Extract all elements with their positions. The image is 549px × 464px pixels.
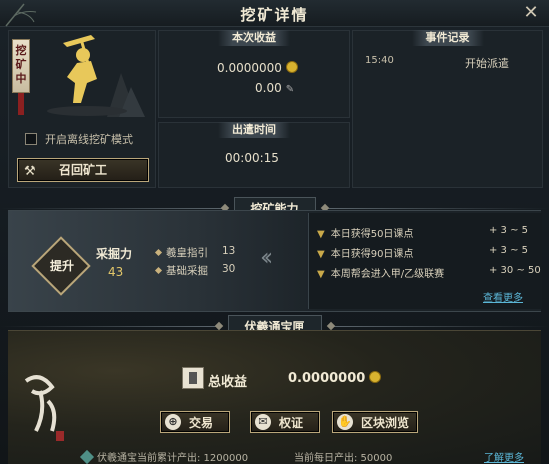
event-text: 开始派遣 [465, 57, 509, 70]
total-income-row: 0.0000000 [288, 371, 382, 386]
feather-icon: ✎ [285, 84, 295, 95]
mining-status-tag: 挖矿中 [12, 39, 30, 93]
task-row: ▼ 本日获得90日课点 + 3 ~ 5 [317, 245, 528, 260]
recall-miner-label: 召回矿工 [58, 163, 107, 177]
task-text: 本日获得50日课点 [330, 229, 414, 240]
offline-mode-label: 开启离线挖矿模式 [45, 133, 133, 146]
task-text: 本周帮会进入甲/乙级联赛 [330, 269, 445, 280]
attribute-name: 羲皇指引 [166, 247, 208, 259]
secondary-income-row: 0.00 ✎ [255, 81, 294, 95]
ability-panel: 提升 采掘力 43 羲皇指引 13 基础采掘 30 ‹‹ ▼ 本日获得50日课点 … [8, 210, 542, 312]
bullet-icon [154, 248, 163, 257]
view-more-link[interactable]: 查看更多 [483, 289, 523, 304]
task-row: ▼ 本日获得50日课点 + 3 ~ 5 [317, 225, 528, 240]
total-income-value: 0.0000000 [288, 371, 366, 386]
block-browse-icon: ✋ [337, 414, 353, 430]
task-text: 本日获得90日课点 [330, 249, 414, 260]
task-reward: + 3 ~ 5 [489, 225, 529, 236]
block-browse-button[interactable]: ✋ 区块浏览 [332, 411, 418, 433]
title-bar: 挖矿详情 ✕ [0, 0, 549, 27]
secondary-income-value: 0.00 [255, 81, 282, 95]
certificate-label: 权证 [279, 416, 304, 430]
task-row: ▼ 本周帮会进入甲/乙级联赛 + 30 ~ 50 [317, 265, 541, 280]
treasure-scroll-icon [182, 367, 204, 389]
total-income-label: 总收益 [208, 375, 248, 390]
treasury-panel: 总收益 0.0000000 ⊕ 交易 ✉ 权证 ✋ 区块浏览 伏羲通宝当前累计产出: … [8, 330, 541, 464]
coin-income-row: 0.0000000 [217, 61, 298, 75]
miner-panel: 挖矿中 开启离线挖矿模式 ⚒ 召回矿工 [8, 30, 156, 188]
calligraphy-art-icon [24, 375, 64, 441]
certificate-button[interactable]: ✉ 权证 [250, 411, 320, 433]
income-header: 本次收益 [218, 30, 290, 46]
check-icon: ▼ [317, 269, 325, 280]
check-icon: ▼ [317, 229, 325, 240]
block-browse-label: 区块浏览 [361, 416, 410, 430]
tag-tassel-icon [18, 93, 24, 115]
diamond-ornament-icon [214, 321, 223, 331]
attribute-name: 基础采掘 [166, 265, 208, 277]
window-title: 挖矿详情 [240, 6, 309, 24]
daily-output-text: 当前每日产出: 50000 [294, 453, 393, 464]
upgrade-label[interactable]: 提升 [44, 257, 80, 274]
cumulative-output: 伏羲通宝当前累计产出: 1200000 [79, 449, 249, 464]
coin-income-value: 0.0000000 [217, 61, 282, 75]
certificate-icon: ✉ [255, 414, 271, 430]
recall-miner-button[interactable]: ⚒ 召回矿工 [17, 158, 149, 182]
mining-detail-window: 挖矿详情 ✕ 挖矿中 开启离线挖矿模式 ⚒ 召回矿工 本次收益 0.000000… [0, 0, 549, 464]
miner-illustration-icon [47, 35, 145, 117]
dispatch-panel: 出遣时间 00:00:15 [158, 122, 350, 188]
dispatch-time: 00:00:15 [225, 151, 279, 165]
trade-label: 交易 [189, 416, 214, 430]
bullet-icon [154, 266, 163, 275]
task-reward: + 3 ~ 5 [489, 245, 529, 256]
trade-icon: ⊕ [165, 414, 181, 430]
task-list: ▼ 本日获得50日课点 + 3 ~ 5 ▼ 本日获得90日课点 + 3 ~ 5 ▼ 本… [308, 213, 542, 309]
offline-mode-checkbox[interactable] [25, 133, 37, 145]
check-icon: ▼ [317, 249, 325, 260]
dispatch-header: 出遣时间 [218, 122, 290, 138]
attribute-row: 羲皇指引 13 [154, 245, 235, 260]
divider [327, 207, 549, 209]
coin-icon [285, 61, 298, 73]
shovel-icon: ⚒ [24, 164, 36, 179]
event-time: 15:40 [365, 55, 394, 66]
income-panel: 本次收益 0.0000000 0.00 ✎ [158, 30, 350, 118]
dig-power-label: 采掘力 [96, 247, 133, 261]
event-log-header: 事件记录 [411, 30, 484, 46]
chevron-left-icon: ‹‹ [260, 243, 273, 271]
dig-power-value: 43 [108, 265, 124, 279]
attribute-value: 30 [222, 263, 236, 275]
task-reward: + 30 ~ 50 [489, 265, 541, 276]
close-icon[interactable]: ✕ [521, 3, 541, 23]
divider [333, 325, 549, 327]
divider [0, 325, 216, 327]
diamond-ornament-icon [326, 321, 335, 331]
attribute-value: 13 [222, 245, 236, 257]
divider [0, 207, 222, 209]
trade-button[interactable]: ⊕ 交易 [160, 411, 230, 433]
event-log-panel: 事件记录 15:40 开始派遣 [352, 30, 543, 188]
cumulative-output-text: 伏羲通宝当前累计产出: 1200000 [97, 453, 249, 464]
learn-more-link[interactable]: 了解更多 [484, 449, 524, 464]
coin-icon [369, 371, 382, 383]
attribute-row: 基础采掘 30 [154, 263, 235, 278]
gem-icon [79, 449, 95, 464]
offline-mode-row[interactable]: 开启离线挖矿模式 [25, 131, 133, 147]
